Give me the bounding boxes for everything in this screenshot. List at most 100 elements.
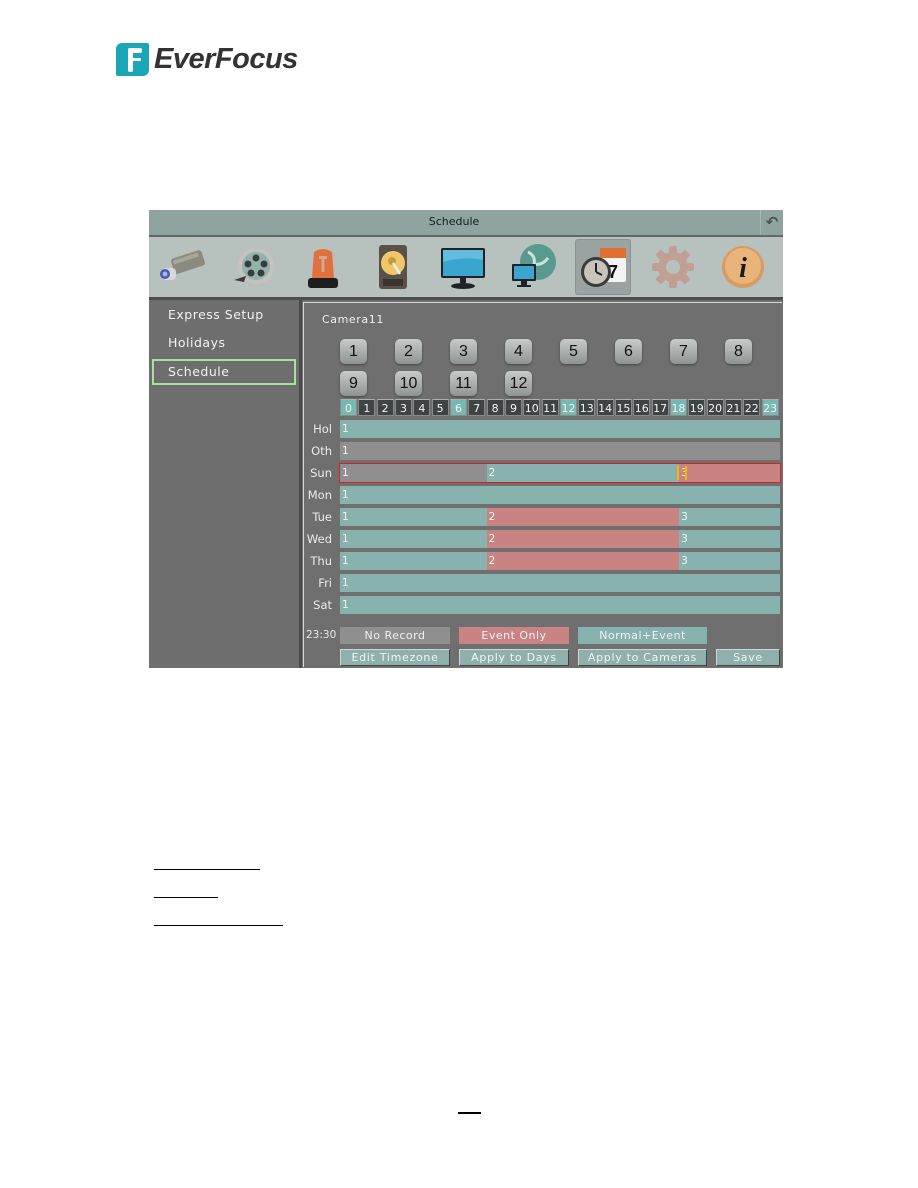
schedule-segment-no-record[interactable]: 1 (340, 464, 487, 482)
camera-button-7[interactable]: 7 (670, 339, 697, 364)
camera-button-3[interactable]: 3 (450, 339, 477, 364)
time-readout: 23:30 (306, 629, 337, 641)
hour-cell-6[interactable]: 6 (449, 399, 467, 416)
blank-underline (154, 869, 260, 870)
toolbar-storage[interactable] (365, 239, 421, 295)
schedule-segment-normal-event[interactable]: 3 (679, 530, 780, 548)
alarm-siren-icon (308, 249, 338, 288)
schedule-segment-event-only[interactable]: 2 (486, 530, 680, 548)
schedule-segment-normal-event[interactable]: 1 (340, 420, 780, 438)
hour-cell-4[interactable]: 4 (413, 399, 431, 416)
schedule-segment-no-record[interactable]: 1 (340, 442, 780, 460)
schedule-bar-fri[interactable]: 1 (340, 574, 780, 592)
hour-cell-18[interactable]: 18 (669, 399, 687, 416)
save-button[interactable]: Save (716, 649, 780, 666)
segment-boundary-handle[interactable] (677, 466, 680, 480)
title-bar: Schedule ↶ (149, 210, 783, 237)
hour-cell-14[interactable]: 14 (596, 399, 614, 416)
camera-button-10[interactable]: 10 (395, 371, 422, 396)
dvr-window: Schedule ↶ 7 i Express Setup Holidays Sc… (149, 210, 783, 668)
hour-cell-10[interactable]: 10 (523, 399, 541, 416)
schedule-segment-normal-event[interactable]: 3 (679, 508, 780, 526)
legend-event-only[interactable]: Event Only (459, 627, 569, 644)
schedule-segment-normal-event[interactable]: 1 (340, 596, 780, 614)
segment-number: 1 (342, 511, 349, 523)
hour-cell-12[interactable]: 12 (559, 399, 577, 416)
schedule-bar-hol[interactable]: 1 (340, 420, 780, 438)
hard-disk-icon (379, 245, 407, 289)
hour-cell-11[interactable]: 11 (541, 399, 559, 416)
hour-cell-20[interactable]: 20 (706, 399, 724, 416)
schedule-bar-wed[interactable]: 1 2 3 (340, 530, 780, 548)
toolbar-network[interactable] (505, 239, 561, 295)
apply-to-days-button[interactable]: Apply to Days (459, 649, 569, 666)
hour-cell-7[interactable]: 7 (468, 399, 486, 416)
legend-normal-event[interactable]: Normal+Event (578, 627, 707, 644)
toolbar-display[interactable] (435, 239, 491, 295)
apply-to-cameras-button[interactable]: Apply to Cameras (578, 649, 707, 666)
camera-button-2[interactable]: 2 (395, 339, 422, 364)
camera-button-6[interactable]: 6 (615, 339, 642, 364)
hour-cell-21[interactable]: 21 (724, 399, 742, 416)
sidebar-item-holidays[interactable]: Holidays (152, 330, 296, 356)
hour-cell-1[interactable]: 1 (358, 399, 376, 416)
hour-cell-2[interactable]: 2 (376, 399, 394, 416)
toolbar-camera[interactable] (155, 239, 211, 295)
schedule-segment-normal-event[interactable]: 1 (340, 486, 780, 504)
toolbar-system[interactable] (645, 239, 701, 295)
sidebar-item-schedule[interactable]: Schedule (152, 359, 296, 385)
segment-number: 3 (681, 555, 688, 567)
schedule-segment-normal-event[interactable]: 1 (340, 552, 487, 570)
schedule-segment-normal-event[interactable]: 1 (340, 574, 780, 592)
hour-cell-15[interactable]: 15 (614, 399, 632, 416)
schedule-segment-event-only[interactable]: 3 (679, 464, 780, 482)
schedule-bar-sat[interactable]: 1 (340, 596, 780, 614)
hour-cell-17[interactable]: 17 (651, 399, 669, 416)
schedule-segment-normal-event[interactable]: 1 (340, 508, 487, 526)
schedule-segment-normal-event[interactable]: 3 (679, 552, 780, 570)
camera-button-8[interactable]: 8 (725, 339, 752, 364)
hour-cell-19[interactable]: 19 (688, 399, 706, 416)
camera-icon (160, 250, 205, 280)
camera-button-1[interactable]: 1 (340, 339, 367, 364)
day-label-oth: Oth (311, 444, 332, 458)
toolbar-alarm[interactable] (295, 239, 351, 295)
segment-boundary-handle[interactable] (685, 466, 688, 480)
camera-button-12[interactable]: 12 (505, 371, 532, 396)
schedule-bar-tue[interactable]: 1 2 3 (340, 508, 780, 526)
hour-cell-9[interactable]: 9 (504, 399, 522, 416)
everfocus-logo-icon (116, 42, 149, 76)
toolbar-information[interactable]: i (715, 239, 771, 295)
sidebar-item-express-setup[interactable]: Express Setup (152, 302, 296, 328)
schedule-bar-sun[interactable]: 1 2 3 (339, 463, 781, 483)
segment-number: 1 (342, 555, 349, 567)
back-button[interactable]: ↶ (760, 210, 783, 235)
schedule-segment-normal-event[interactable]: 1 (340, 530, 487, 548)
toolbar-schedule[interactable]: 7 (575, 239, 631, 295)
day-label-tue: Tue (312, 510, 332, 524)
hour-cell-3[interactable]: 3 (394, 399, 412, 416)
schedule-bar-mon[interactable]: 1 (340, 486, 780, 504)
schedule-segment-event-only[interactable]: 2 (486, 552, 680, 570)
hour-cell-0[interactable]: 0 (340, 399, 357, 416)
hour-cell-8[interactable]: 8 (486, 399, 504, 416)
schedule-panel: Camera11 1 2 3 4 5 6 7 8 9 10 11 12 0 1 2 3 4 5 6 7 8 9 10 11 1… (303, 302, 782, 667)
segment-number: 2 (488, 555, 496, 567)
camera-button-9[interactable]: 9 (340, 371, 367, 396)
schedule-bar-thu[interactable]: 1 2 3 (340, 552, 780, 570)
edit-timezone-button[interactable]: Edit Timezone (340, 649, 450, 666)
schedule-bar-oth[interactable]: 1 (340, 442, 780, 460)
hour-cell-22[interactable]: 22 (743, 399, 761, 416)
legend-no-record[interactable]: No Record (340, 627, 450, 644)
camera-button-5[interactable]: 5 (560, 339, 587, 364)
hour-cell-13[interactable]: 13 (578, 399, 596, 416)
main-toolbar: 7 i (149, 237, 783, 300)
camera-button-4[interactable]: 4 (505, 339, 532, 364)
schedule-segment-event-only[interactable]: 2 (486, 508, 680, 526)
toolbar-record[interactable] (225, 239, 281, 295)
hour-cell-23[interactable]: 23 (761, 399, 779, 416)
hour-cell-16[interactable]: 16 (633, 399, 651, 416)
hour-cell-5[interactable]: 5 (431, 399, 449, 416)
camera-button-11[interactable]: 11 (450, 371, 477, 396)
schedule-segment-normal-event[interactable]: 2 (486, 464, 680, 482)
